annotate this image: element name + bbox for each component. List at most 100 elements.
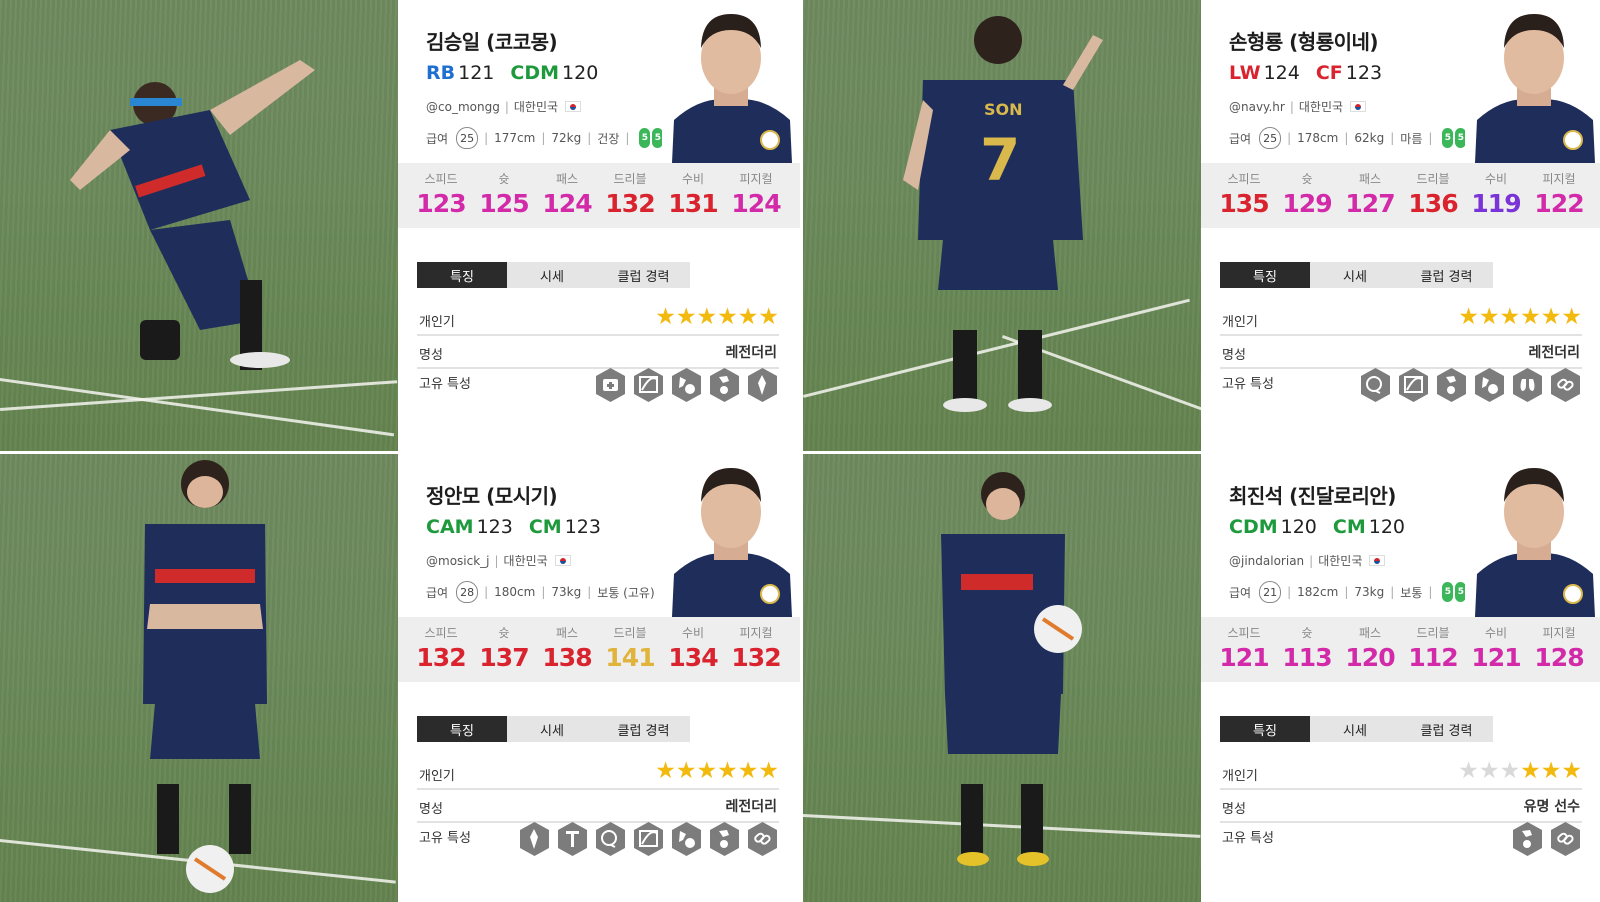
shooter-icon[interactable]: [1511, 821, 1544, 857]
player-action-photo: SON 7: [803, 0, 1201, 451]
brain-icon[interactable]: [1359, 367, 1392, 403]
shooter-icon[interactable]: [1435, 367, 1468, 403]
long-pass-icon[interactable]: [632, 367, 665, 403]
stat-0: 스피드 123: [410, 163, 472, 218]
lungs-icon[interactable]: [1511, 367, 1544, 403]
stats-bar: 스피드 132 슛 137 패스 138 드리블 141 수비 134 피지컬 132: [398, 617, 800, 682]
tab-traits[interactable]: 특징: [1220, 716, 1310, 742]
instagram-handle[interactable]: @navy.hr: [1229, 100, 1285, 114]
link-icon[interactable]: [746, 821, 779, 857]
trait-icons: [1506, 821, 1582, 857]
stat-2: 패스 138: [536, 617, 598, 672]
stat-3: 드리블 132: [599, 163, 661, 218]
fame-value: 레전더리: [725, 799, 777, 815]
dribble-icon[interactable]: [670, 821, 703, 857]
traits-row: 고유 특성: [417, 821, 779, 861]
salary-badge: 21: [1259, 581, 1282, 603]
traits-label: 고유 특성: [1222, 377, 1274, 392]
shooter-icon[interactable]: [708, 367, 741, 403]
position-rating: 123: [1345, 62, 1383, 84]
stat-label: 드리블: [613, 172, 647, 186]
dribble-icon[interactable]: [1473, 367, 1506, 403]
star-icon: ★: [1520, 758, 1541, 784]
tab-traits[interactable]: 특징: [1220, 262, 1310, 288]
tab-price[interactable]: 시세: [507, 262, 597, 288]
stat-label: 슛: [1301, 626, 1313, 640]
country: 대한민국: [513, 100, 559, 114]
traits-row: 고유 특성: [1220, 821, 1582, 861]
player-panel: 김승일 (코코몽) RB 121 CDM 120 @co_mongg | 대한민국 급여 25 | 1…: [0, 0, 800, 451]
tiki-taka-icon[interactable]: [518, 821, 551, 857]
traits-label: 고유 특성: [419, 831, 471, 846]
star-icon: ★: [737, 758, 759, 784]
instagram-handle[interactable]: @mosick_j: [426, 554, 490, 568]
tab-price[interactable]: 시세: [507, 716, 597, 742]
stat-value: 128: [1534, 643, 1584, 672]
stat-1: 슛 129: [1276, 163, 1338, 218]
brain-icon[interactable]: [594, 821, 627, 857]
tab-price[interactable]: 시세: [1310, 716, 1400, 742]
stat-label: 슛: [498, 172, 510, 186]
tab-club-career[interactable]: 클럽 경력: [597, 716, 690, 742]
body-type: 건장: [597, 131, 620, 146]
stat-label: 패스: [555, 172, 579, 186]
tab-traits[interactable]: 특징: [417, 716, 507, 742]
stat-value: 141: [605, 643, 655, 672]
player-name: 최진석 (진달로리안): [1229, 484, 1396, 508]
link-icon[interactable]: [1549, 821, 1582, 857]
player-panel: 정안모 (모시기) CAM 123 CM 123 @mosick_j | 대한민국 급여 28 | 1…: [0, 454, 800, 902]
stat-value: 112: [1408, 643, 1458, 672]
player-portrait: [662, 454, 800, 617]
country: 대한민국: [1298, 100, 1344, 114]
stat-2: 패스 124: [536, 163, 598, 218]
tiki-taka-icon[interactable]: [746, 367, 779, 403]
weight: 73kg: [1354, 585, 1385, 599]
medic-icon[interactable]: [594, 367, 627, 403]
player-portrait: [1465, 454, 1600, 617]
popularity-stars: ★★★★★★: [655, 306, 779, 329]
stat-label: 피지컬: [739, 626, 773, 640]
player-positions: CAM 123 CM 123: [426, 516, 617, 538]
star-icon: ★: [717, 304, 738, 330]
trait-icons: [1354, 367, 1582, 403]
tab-club-career[interactable]: 클럽 경력: [1400, 716, 1493, 742]
position-code: CDM: [510, 62, 560, 84]
trait-icons: [589, 367, 779, 403]
link-icon[interactable]: [1549, 367, 1582, 403]
star-icon: ★: [696, 758, 718, 784]
instagram-handle[interactable]: @jindalorian: [1229, 554, 1304, 568]
instagram-handle[interactable]: @co_mongg: [426, 100, 500, 114]
stat-value: 121: [1219, 643, 1269, 672]
stat-value: 120: [1345, 643, 1395, 672]
tab-club-career[interactable]: 클럽 경력: [1400, 262, 1493, 288]
stat-label: 피지컬: [739, 172, 773, 186]
tab-price[interactable]: 시세: [1310, 262, 1400, 288]
long-pass-icon[interactable]: [1397, 367, 1430, 403]
dribble-icon[interactable]: [670, 367, 703, 403]
tab-traits[interactable]: 특징: [417, 262, 507, 288]
body-type: 보통 (고유): [597, 585, 655, 600]
fame-label: 명성: [419, 802, 443, 817]
trait-icons: [513, 821, 779, 857]
stat-5: 피지컬 124: [725, 163, 787, 218]
stat-label: 수비: [1484, 172, 1508, 186]
power-header-icon[interactable]: [556, 821, 589, 857]
stat-label: 슛: [498, 626, 510, 640]
popularity-stars: ★★★★★★: [1458, 760, 1582, 783]
shooter-icon[interactable]: [708, 821, 741, 857]
stat-label: 수비: [681, 172, 705, 186]
left-foot-rating: 5: [1442, 128, 1454, 148]
star-icon: ★: [655, 304, 676, 330]
stat-1: 슛 113: [1276, 617, 1338, 672]
star-icon: ★: [655, 758, 676, 784]
tab-club-career[interactable]: 클럽 경력: [597, 262, 690, 288]
stat-label: 드리블: [613, 626, 647, 640]
position-rating: 120: [1368, 516, 1406, 538]
star-icon: ★: [1458, 758, 1479, 784]
player-info-row: 급여 21 | 182cm | 73kg | 보통 | 5 5: [1229, 581, 1468, 603]
player-card: 최진석 (진달로리안) CDM 120 CM 120 @jindalorian | 대한민국 급…: [1201, 454, 1600, 902]
stat-5: 피지컬 132: [725, 617, 787, 672]
popularity-label: 개인기: [1222, 315, 1258, 330]
stat-value: 124: [542, 189, 592, 218]
long-pass-icon[interactable]: [632, 821, 665, 857]
